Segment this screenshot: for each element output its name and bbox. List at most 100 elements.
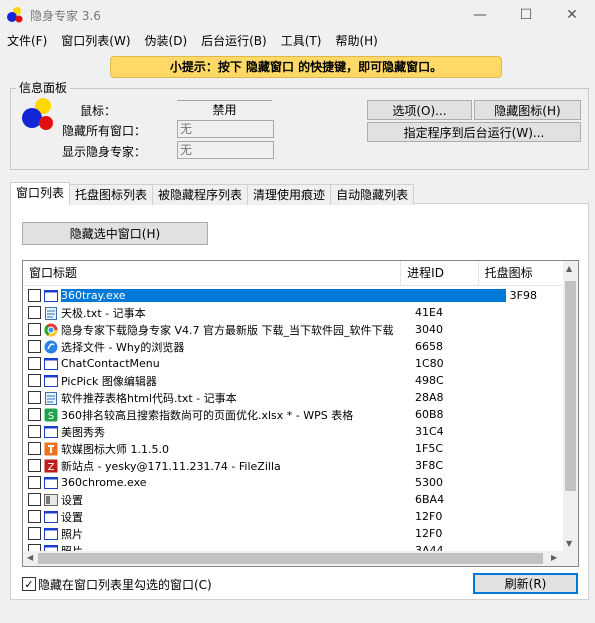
vertical-scroll-thumb[interactable]	[565, 281, 576, 491]
menu-file[interactable]: 文件(F)	[0, 30, 54, 50]
tab-strip: 窗口列表 托盘图标列表 被隐藏程序列表 清理使用痕迹 自动隐藏列表	[10, 182, 415, 205]
menu-help[interactable]: 帮助(H)	[328, 30, 384, 50]
notepad-icon	[44, 391, 58, 405]
info-logo-icon	[22, 98, 53, 130]
options-button[interactable]: 选项(O)...	[367, 100, 472, 120]
column-pid[interactable]: 进程ID	[401, 261, 479, 285]
row-pid: 3F8C	[415, 459, 444, 472]
row-pid: 5300	[415, 476, 443, 489]
menu-background[interactable]: 后台运行(B)	[194, 30, 274, 50]
row-title: PicPick 图像编辑器	[61, 374, 157, 388]
horizontal-scroll-thumb[interactable]	[38, 553, 543, 564]
table-row[interactable]: 选择文件 - Why的浏览器 6658	[23, 338, 563, 355]
row-title: 软件推荐表格html代码.txt - 记事本	[61, 391, 237, 405]
table-row[interactable]: 隐身专家下载隐身专家 V4.7 官方最新版 下载_当下软件园_软件下载 3040	[23, 321, 563, 338]
window-icon	[44, 527, 58, 541]
row-title: 天极.txt - 记事本	[61, 306, 146, 320]
show-hotkey-field[interactable]: 无	[177, 141, 274, 159]
menu-tools[interactable]: 工具(T)	[274, 30, 329, 50]
row-title: 360tray.exe	[61, 289, 506, 302]
row-pid: 1C80	[415, 357, 444, 370]
row-checkbox[interactable]	[28, 459, 41, 472]
row-checkbox[interactable]	[28, 493, 41, 506]
table-row[interactable]: 软件推荐表格html代码.txt - 记事本 28A8	[23, 389, 563, 406]
window-title: 隐身专家 3.6	[30, 9, 101, 23]
chrome-icon	[44, 323, 58, 337]
hide-all-hotkey-field[interactable]: 无	[177, 120, 274, 138]
table-row[interactable]: 美图秀秀 31C4	[23, 423, 563, 440]
row-pid: 12F0	[415, 527, 443, 540]
browser-icon	[44, 340, 58, 354]
table-row[interactable]: 设置 12F0	[23, 508, 563, 525]
hide-icon-button[interactable]: 隐藏图标(H)	[474, 100, 581, 120]
table-row[interactable]: ChatContactMenu 1C80	[23, 355, 563, 372]
row-checkbox[interactable]	[28, 442, 41, 455]
table-row[interactable]: 软媒图标大师 1.1.5.0 1F5C	[23, 440, 563, 457]
row-checkbox[interactable]	[28, 408, 41, 421]
scroll-right-icon[interactable]: ▶	[551, 553, 557, 562]
row-title: 照片	[61, 527, 83, 541]
horizontal-scrollbar[interactable]: ◀ ▶	[23, 551, 563, 566]
menu-disguise[interactable]: 伪装(D)	[138, 30, 195, 50]
table-row[interactable]: S 360排名较高且搜索指数尚可的页面优化.xlsx * - WPS 表格 60B8	[23, 406, 563, 423]
tip-banner: 小提示：按下 隐藏窗口 的快捷键，即可隐藏窗口。	[110, 56, 502, 78]
tab-tray-icons[interactable]: 托盘图标列表	[69, 184, 154, 205]
row-pid: 28A8	[415, 391, 444, 404]
row-title: 360排名较高且搜索指数尚可的页面优化.xlsx * - WPS 表格	[61, 408, 354, 422]
row-checkbox[interactable]	[28, 476, 41, 489]
wps-icon: S	[44, 408, 58, 422]
row-pid: 12F0	[415, 510, 443, 523]
row-title: ChatContactMenu	[61, 357, 160, 370]
tab-window-list[interactable]: 窗口列表	[10, 182, 71, 205]
row-checkbox[interactable]	[28, 527, 41, 540]
row-checkbox[interactable]	[28, 391, 41, 404]
row-checkbox[interactable]	[28, 306, 41, 319]
row-pid: 6BA4	[415, 493, 445, 506]
hide-selected-button[interactable]: 隐藏选中窗口(H)	[22, 222, 208, 245]
minimize-button[interactable]: —	[457, 0, 503, 30]
row-checkbox[interactable]	[28, 425, 41, 438]
table-row[interactable]: PicPick 图像编辑器 498C	[23, 372, 563, 389]
row-checkbox[interactable]	[28, 323, 41, 336]
row-checkbox[interactable]	[28, 357, 41, 370]
tab-auto-hide[interactable]: 自动隐藏列表	[330, 184, 415, 205]
svg-text:Z: Z	[48, 462, 55, 473]
close-button[interactable]: ✕	[549, 0, 595, 30]
ruanmei-icon	[44, 442, 58, 456]
column-title[interactable]: 窗口标题	[23, 261, 402, 285]
hide-checked-checkbox[interactable]: ✓	[22, 577, 36, 591]
filezilla-icon: Z	[44, 459, 58, 473]
window-list[interactable]: 窗口标题 进程ID 托盘图标 360tray.exe 3F98 天极.txt - 记…	[22, 260, 579, 567]
column-tray-icon[interactable]: 托盘图标	[479, 261, 563, 285]
vertical-scrollbar[interactable]: ▲ ▼	[563, 261, 578, 551]
table-row[interactable]: 360chrome.exe 5300	[23, 474, 563, 491]
table-row[interactable]: Z 新站点 - yesky@171.11.231.74 - FileZilla 3F…	[23, 457, 563, 474]
assign-background-button[interactable]: 指定程序到后台运行(W)...	[367, 122, 581, 142]
row-title: 新站点 - yesky@171.11.231.74 - FileZilla	[61, 459, 281, 473]
scroll-down-icon[interactable]: ▼	[566, 539, 572, 548]
tab-hidden-programs[interactable]: 被隐藏程序列表	[152, 184, 249, 205]
row-title: 选择文件 - Why的浏览器	[61, 340, 185, 354]
app-logo-icon	[7, 7, 23, 23]
row-pid: 3040	[415, 323, 443, 336]
show-label: 显示隐身专家：	[62, 145, 147, 159]
scroll-left-icon[interactable]: ◀	[27, 553, 33, 562]
row-title: 设置	[61, 510, 83, 524]
table-row[interactable]: 设置 6BA4	[23, 491, 563, 508]
row-title: 360chrome.exe	[61, 476, 147, 489]
refresh-button[interactable]: 刷新(R)	[473, 573, 578, 594]
table-row[interactable]: 照片 12F0	[23, 525, 563, 542]
row-checkbox[interactable]	[28, 289, 41, 302]
row-pid: 6658	[415, 340, 443, 353]
row-checkbox[interactable]	[28, 510, 41, 523]
table-row[interactable]: 天极.txt - 记事本 41E4	[23, 304, 563, 321]
window-icon	[44, 425, 58, 439]
maximize-button[interactable]: ☐	[503, 0, 549, 30]
row-checkbox[interactable]	[28, 374, 41, 387]
tab-clean-traces[interactable]: 清理使用痕迹	[247, 184, 332, 205]
table-row[interactable]: 360tray.exe 3F98	[23, 287, 563, 304]
menu-window-list[interactable]: 窗口列表(W)	[54, 30, 137, 50]
hide-checked-label: 隐藏在窗口列表里勾选的窗口(C)	[38, 578, 212, 592]
row-checkbox[interactable]	[28, 340, 41, 353]
scroll-up-icon[interactable]: ▲	[566, 264, 572, 273]
